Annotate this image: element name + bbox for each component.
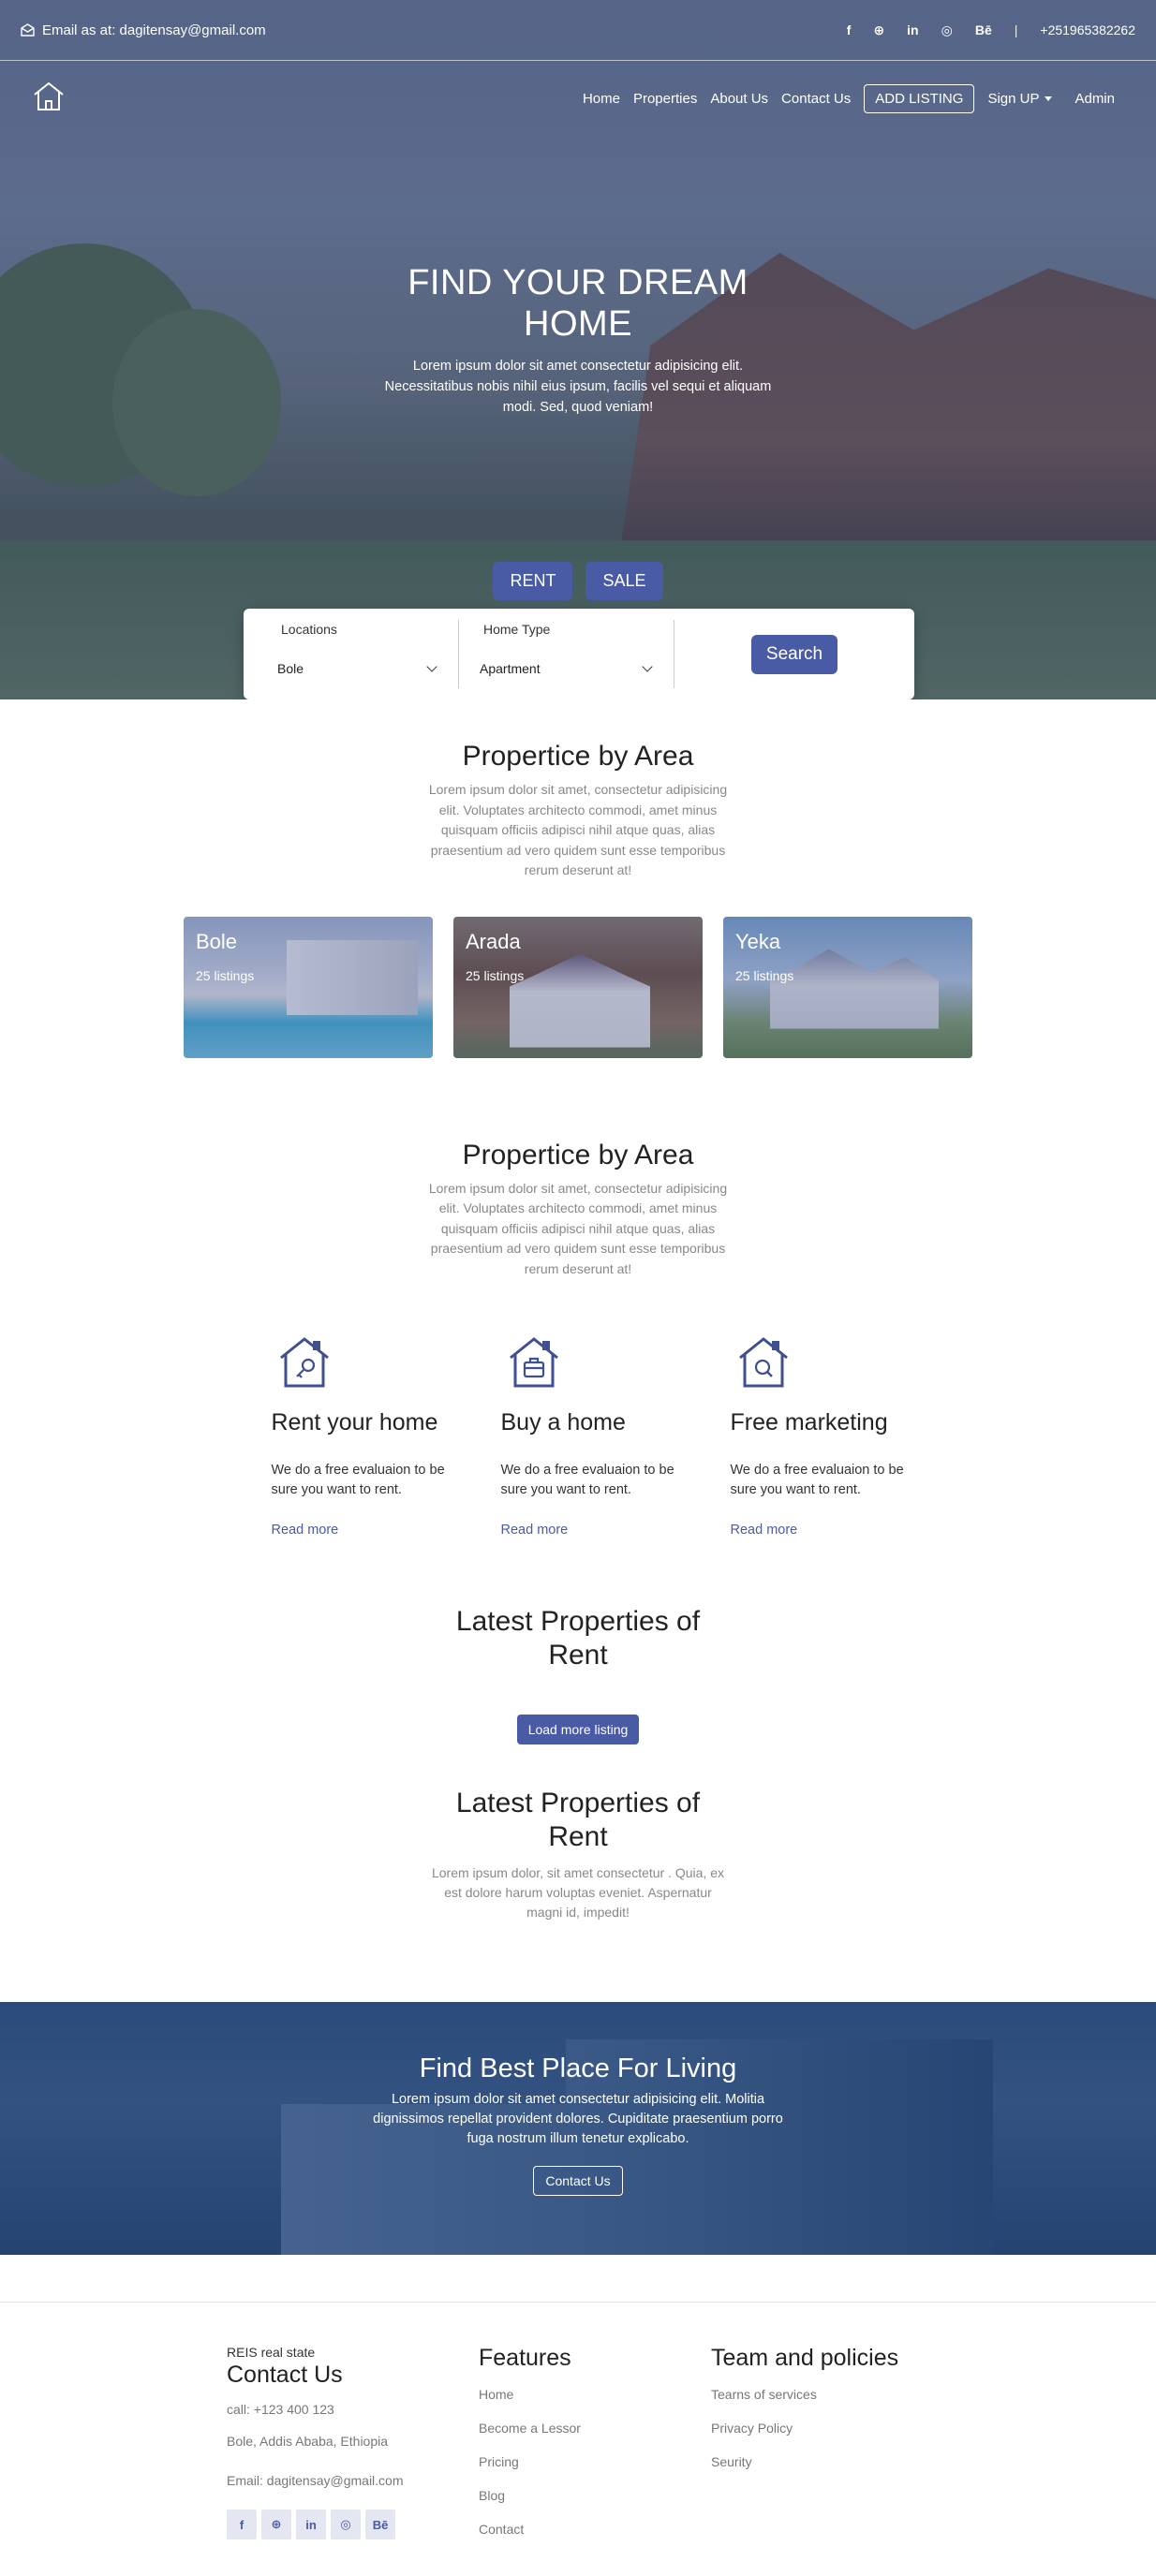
house-search-icon [738, 1337, 788, 1388]
area-card-title: Arada [466, 929, 521, 953]
chevron-down-icon [642, 661, 653, 672]
add-listing-button[interactable]: ADD LISTING [864, 83, 975, 113]
contact-us-button[interactable]: Contact Us [533, 2166, 623, 2196]
home-logo-icon[interactable] [32, 81, 66, 116]
dribbble-icon[interactable]: ⊕ [873, 22, 884, 38]
linkedin-icon[interactable]: in [296, 2510, 326, 2539]
read-more-link[interactable]: Read more [731, 1523, 908, 1538]
facebook-icon[interactable]: f [847, 22, 852, 37]
areas-title: Propertice by Area [462, 741, 694, 772]
services-section: Propertice by Area Lorem ipsum dolor sit… [0, 1058, 1156, 1923]
latest-rent-description: Lorem ipsum dolor, sit amet consectetur … [431, 1865, 725, 1920]
locations-label: Locations [281, 622, 337, 637]
chevron-down-icon [426, 661, 437, 672]
latest-rent-title: Latest Properties of Rent [455, 1606, 701, 1671]
dribbble-icon[interactable]: ⊕ [261, 2510, 291, 2539]
footer-contact-title: Contact Us [227, 2362, 343, 2388]
caret-down-icon [1045, 96, 1053, 102]
read-more-link[interactable]: Read more [272, 1523, 449, 1538]
footer: REIS real state Contact Us call: +123 40… [0, 2302, 1156, 2550]
service-buy: Buy a home We do a free evaluaion to be … [501, 1335, 678, 1538]
house-briefcase-icon [509, 1337, 558, 1388]
search-button[interactable]: Search [750, 634, 838, 674]
sale-tab-button[interactable]: SALE [585, 562, 663, 600]
service-title: Rent your home [271, 1409, 438, 1435]
home-type-label: Home Type [483, 622, 551, 637]
email-contact: Email as at: dagitensay@gmail.com [21, 22, 266, 38]
footer-link-blog[interactable]: Blog [479, 2488, 711, 2503]
house-key-icon [279, 1337, 329, 1388]
footer-link-pricing[interactable]: Pricing [479, 2454, 711, 2469]
footer-link-privacy[interactable]: Privacy Policy [711, 2421, 898, 2436]
cta-title: Find Best Place For Living [419, 2053, 737, 2083]
cta-banner: Find Best Place For Living Lorem ipsum d… [0, 2002, 1156, 2255]
home-type-select[interactable]: Home Type Apartment [459, 620, 674, 688]
footer-address: Bole, Addis Ababa, Ethiopia [227, 2434, 389, 2449]
behance-icon[interactable]: Bē [365, 2510, 395, 2539]
home-type-value: Apartment [480, 661, 541, 676]
service-text: We do a free evaluaion to be sure you wa… [730, 1463, 904, 1497]
nav-admin[interactable]: Admin [1074, 91, 1115, 107]
latest-rent-section: Latest Properties of Rent Load more list… [0, 1605, 1156, 1922]
area-card-listings: 25 listings [196, 967, 255, 983]
service-title: Buy a home [500, 1409, 626, 1435]
nav-home[interactable]: Home [583, 91, 620, 107]
service-text: We do a free evaluaion to be sure you wa… [500, 1463, 674, 1497]
latest-rent-title-secondary: Latest Properties of Rent [455, 1788, 701, 1852]
service-text: We do a free evaluaion to be sure you wa… [271, 1463, 445, 1497]
footer-link-home[interactable]: Home [479, 2387, 711, 2402]
footer-link-contact[interactable]: Contact [479, 2522, 711, 2537]
phone-number: +251965382262 [1040, 22, 1135, 37]
area-card-listings: 25 listings [735, 967, 794, 983]
service-rent: Rent your home We do a free evaluaion to… [272, 1335, 449, 1538]
instagram-icon[interactable]: ◎ [941, 22, 953, 38]
nav-about-us[interactable]: About Us [710, 91, 768, 107]
area-card-bole[interactable]: Bole 25 listings [184, 916, 433, 1058]
locations-value: Bole [277, 661, 304, 676]
services-description: Lorem ipsum dolor sit amet, consectetur … [428, 1180, 728, 1276]
footer-link-terms[interactable]: Tearns of services [711, 2387, 898, 2402]
service-title: Free marketing [730, 1409, 888, 1435]
cta-text: Lorem ipsum dolor sit amet consectetur a… [373, 2092, 783, 2146]
search-card: Locations Bole Home Type Apartment Searc… [244, 609, 914, 699]
footer-email: Email: dagitensay@gmail.com [227, 2473, 404, 2488]
read-more-link[interactable]: Read more [501, 1523, 678, 1538]
service-marketing: Free marketing We do a free evaluaion to… [731, 1335, 908, 1538]
rent-tab-button[interactable]: RENT [493, 562, 573, 600]
area-card-yeka[interactable]: Yeka 25 listings [723, 916, 972, 1058]
instagram-icon[interactable]: ◎ [331, 2510, 361, 2539]
linkedin-icon[interactable]: in [907, 22, 918, 37]
areas-description: Lorem ipsum dolor sit amet, consectetur … [428, 782, 728, 877]
main-navbar: Home Properties About Us Contact Us ADD … [0, 75, 1156, 122]
facebook-icon[interactable]: f [227, 2510, 257, 2539]
signup-dropdown[interactable]: Sign UP [987, 90, 1053, 107]
hero-subtitle: Lorem ipsum dolor sit amet consectetur a… [384, 359, 772, 415]
footer-team-title: Team and policies [711, 2345, 899, 2371]
load-more-button[interactable]: Load more listing [516, 1715, 640, 1744]
nav-properties[interactable]: Properties [633, 91, 697, 107]
footer-link-become-lessor[interactable]: Become a Lessor [479, 2421, 711, 2436]
area-card-title: Bole [196, 929, 238, 953]
area-card-arada[interactable]: Arada 25 listings [453, 916, 703, 1058]
area-card-listings: 25 listings [466, 967, 525, 983]
footer-features-title: Features [479, 2345, 571, 2371]
signup-label: Sign UP [987, 90, 1040, 107]
locations-select[interactable]: Locations Bole [244, 620, 459, 688]
footer-call: call: +123 400 123 [227, 2402, 334, 2417]
email-text: Email as at: dagitensay@gmail.com [42, 22, 266, 38]
hero-section: Email as at: dagitensay@gmail.com f ⊕ in… [0, 0, 1156, 699]
envelope-icon [21, 23, 35, 37]
top-bar: Email as at: dagitensay@gmail.com f ⊕ in… [0, 0, 1156, 61]
footer-brand: REIS real state [227, 2345, 316, 2360]
behance-icon[interactable]: Bē [975, 22, 992, 37]
topbar-separator: | [1014, 22, 1018, 37]
nav-contact-us[interactable]: Contact Us [781, 91, 851, 107]
areas-section: Propertice by Area Lorem ipsum dolor sit… [0, 699, 1156, 1058]
footer-link-security[interactable]: Seurity [711, 2454, 898, 2469]
services-title: Propertice by Area [462, 1139, 694, 1170]
area-card-title: Yeka [735, 929, 781, 953]
hero-title: FIND YOUR DREAM HOME [408, 263, 748, 344]
